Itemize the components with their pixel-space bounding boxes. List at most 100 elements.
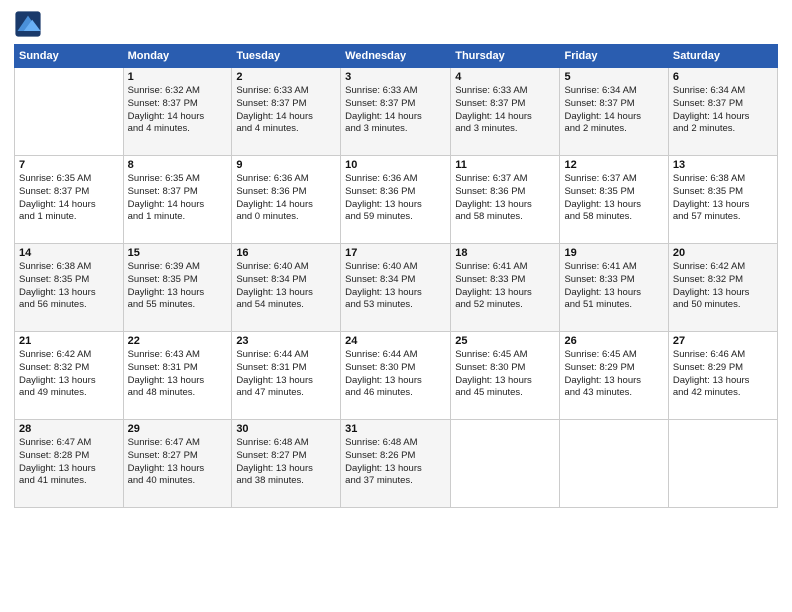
calendar-day-cell: 19 Sunrise: 6:41 AM Sunset: 8:33 PM Dayli… <box>560 244 668 332</box>
day-info: Sunrise: 6:47 AM Sunset: 8:28 PM Dayligh… <box>19 437 119 488</box>
day-number: 28 <box>19 423 119 435</box>
day-info: Sunrise: 6:40 AM Sunset: 8:34 PM Dayligh… <box>345 261 446 312</box>
day-number: 9 <box>236 159 336 171</box>
calendar-day-header: Tuesday <box>232 45 341 68</box>
day-number: 16 <box>236 247 336 259</box>
day-number: 12 <box>564 159 663 171</box>
logo-icon <box>14 10 42 38</box>
calendar-day-cell: 15 Sunrise: 6:39 AM Sunset: 8:35 PM Dayli… <box>123 244 232 332</box>
calendar-day-cell: 11 Sunrise: 6:37 AM Sunset: 8:36 PM Dayli… <box>451 156 560 244</box>
day-number: 24 <box>345 335 446 347</box>
day-number: 4 <box>455 71 555 83</box>
day-info: Sunrise: 6:35 AM Sunset: 8:37 PM Dayligh… <box>19 173 119 224</box>
calendar-day-cell: 16 Sunrise: 6:40 AM Sunset: 8:34 PM Dayli… <box>232 244 341 332</box>
header <box>14 10 778 38</box>
calendar-day-header: Monday <box>123 45 232 68</box>
calendar-day-cell <box>560 420 668 508</box>
logo <box>14 10 46 38</box>
day-number: 22 <box>128 335 228 347</box>
day-info: Sunrise: 6:33 AM Sunset: 8:37 PM Dayligh… <box>236 85 336 136</box>
calendar-week-row: 1 Sunrise: 6:32 AM Sunset: 8:37 PM Daylig… <box>15 68 778 156</box>
calendar-day-header: Sunday <box>15 45 124 68</box>
day-info: Sunrise: 6:32 AM Sunset: 8:37 PM Dayligh… <box>128 85 228 136</box>
calendar-week-row: 14Sunrise: 6:38 AM Sunset: 8:35 PM Dayli… <box>15 244 778 332</box>
day-number: 18 <box>455 247 555 259</box>
day-info: Sunrise: 6:35 AM Sunset: 8:37 PM Dayligh… <box>128 173 228 224</box>
calendar-day-cell <box>15 68 124 156</box>
page: SundayMondayTuesdayWednesdayThursdayFrid… <box>0 0 792 612</box>
day-number: 10 <box>345 159 446 171</box>
calendar-day-cell: 25 Sunrise: 6:45 AM Sunset: 8:30 PM Dayli… <box>451 332 560 420</box>
calendar-day-cell: 31Sunrise: 6:48 AM Sunset: 8:26 PM Dayli… <box>341 420 451 508</box>
day-info: Sunrise: 6:43 AM Sunset: 8:31 PM Dayligh… <box>128 349 228 400</box>
calendar-day-cell: 30Sunrise: 6:48 AM Sunset: 8:27 PM Dayli… <box>232 420 341 508</box>
calendar-day-cell: 13 Sunrise: 6:38 AM Sunset: 8:35 PM Dayli… <box>668 156 777 244</box>
day-number: 19 <box>564 247 663 259</box>
day-info: Sunrise: 6:40 AM Sunset: 8:34 PM Dayligh… <box>236 261 336 312</box>
day-info: Sunrise: 6:41 AM Sunset: 8:33 PM Dayligh… <box>564 261 663 312</box>
calendar-day-cell: 10 Sunrise: 6:36 AM Sunset: 8:36 PM Dayli… <box>341 156 451 244</box>
day-number: 27 <box>673 335 773 347</box>
day-info: Sunrise: 6:33 AM Sunset: 8:37 PM Dayligh… <box>345 85 446 136</box>
day-info: Sunrise: 6:44 AM Sunset: 8:31 PM Dayligh… <box>236 349 336 400</box>
day-number: 8 <box>128 159 228 171</box>
calendar-day-header: Saturday <box>668 45 777 68</box>
calendar-day-cell <box>668 420 777 508</box>
day-info: Sunrise: 6:36 AM Sunset: 8:36 PM Dayligh… <box>345 173 446 224</box>
calendar-day-header: Wednesday <box>341 45 451 68</box>
calendar-day-cell: 12 Sunrise: 6:37 AM Sunset: 8:35 PM Dayli… <box>560 156 668 244</box>
calendar-day-cell: 8 Sunrise: 6:35 AM Sunset: 8:37 PM Daylig… <box>123 156 232 244</box>
calendar-day-cell: 23 Sunrise: 6:44 AM Sunset: 8:31 PM Dayli… <box>232 332 341 420</box>
calendar-day-cell: 29Sunrise: 6:47 AM Sunset: 8:27 PM Dayli… <box>123 420 232 508</box>
day-info: Sunrise: 6:41 AM Sunset: 8:33 PM Dayligh… <box>455 261 555 312</box>
calendar-day-cell: 24 Sunrise: 6:44 AM Sunset: 8:30 PM Dayli… <box>341 332 451 420</box>
day-number: 5 <box>564 71 663 83</box>
day-number: 29 <box>128 423 228 435</box>
day-info: Sunrise: 6:37 AM Sunset: 8:36 PM Dayligh… <box>455 173 555 224</box>
calendar-day-cell: 1 Sunrise: 6:32 AM Sunset: 8:37 PM Daylig… <box>123 68 232 156</box>
day-info: Sunrise: 6:37 AM Sunset: 8:35 PM Dayligh… <box>564 173 663 224</box>
day-info: Sunrise: 6:33 AM Sunset: 8:37 PM Dayligh… <box>455 85 555 136</box>
day-info: Sunrise: 6:39 AM Sunset: 8:35 PM Dayligh… <box>128 261 228 312</box>
calendar-day-header: Thursday <box>451 45 560 68</box>
day-number: 3 <box>345 71 446 83</box>
day-number: 31 <box>345 423 446 435</box>
day-info: Sunrise: 6:45 AM Sunset: 8:29 PM Dayligh… <box>564 349 663 400</box>
calendar-day-cell: 6Sunrise: 6:34 AM Sunset: 8:37 PM Daylig… <box>668 68 777 156</box>
day-number: 17 <box>345 247 446 259</box>
day-number: 30 <box>236 423 336 435</box>
day-number: 11 <box>455 159 555 171</box>
day-number: 21 <box>19 335 119 347</box>
day-number: 13 <box>673 159 773 171</box>
calendar-day-header: Friday <box>560 45 668 68</box>
calendar-day-cell: 3 Sunrise: 6:33 AM Sunset: 8:37 PM Daylig… <box>341 68 451 156</box>
day-number: 23 <box>236 335 336 347</box>
calendar-day-cell: 20 Sunrise: 6:42 AM Sunset: 8:32 PM Dayli… <box>668 244 777 332</box>
day-info: Sunrise: 6:45 AM Sunset: 8:30 PM Dayligh… <box>455 349 555 400</box>
day-number: 25 <box>455 335 555 347</box>
calendar-day-cell: 21 Sunrise: 6:42 AM Sunset: 8:32 PM Dayli… <box>15 332 124 420</box>
day-number: 14 <box>19 247 119 259</box>
calendar-day-cell: 5 Sunrise: 6:34 AM Sunset: 8:37 PM Daylig… <box>560 68 668 156</box>
calendar-table: SundayMondayTuesdayWednesdayThursdayFrid… <box>14 44 778 508</box>
calendar-day-cell: 7Sunrise: 6:35 AM Sunset: 8:37 PM Daylig… <box>15 156 124 244</box>
calendar-day-cell: 22 Sunrise: 6:43 AM Sunset: 8:31 PM Dayli… <box>123 332 232 420</box>
day-info: Sunrise: 6:34 AM Sunset: 8:37 PM Dayligh… <box>564 85 663 136</box>
day-info: Sunrise: 6:42 AM Sunset: 8:32 PM Dayligh… <box>19 349 119 400</box>
calendar-day-cell: 17 Sunrise: 6:40 AM Sunset: 8:34 PM Dayli… <box>341 244 451 332</box>
calendar-day-cell: 27Sunrise: 6:46 AM Sunset: 8:29 PM Dayli… <box>668 332 777 420</box>
day-number: 1 <box>128 71 228 83</box>
calendar-week-row: 28 Sunrise: 6:47 AM Sunset: 8:28 PM Dayli… <box>15 420 778 508</box>
calendar-header-row: SundayMondayTuesdayWednesdayThursdayFrid… <box>15 45 778 68</box>
calendar-day-cell: 28 Sunrise: 6:47 AM Sunset: 8:28 PM Dayli… <box>15 420 124 508</box>
calendar-week-row: 21 Sunrise: 6:42 AM Sunset: 8:32 PM Dayli… <box>15 332 778 420</box>
day-info: Sunrise: 6:44 AM Sunset: 8:30 PM Dayligh… <box>345 349 446 400</box>
day-info: Sunrise: 6:38 AM Sunset: 8:35 PM Dayligh… <box>673 173 773 224</box>
calendar-day-cell <box>451 420 560 508</box>
calendar-day-cell: 9 Sunrise: 6:36 AM Sunset: 8:36 PM Daylig… <box>232 156 341 244</box>
day-number: 20 <box>673 247 773 259</box>
day-info: Sunrise: 6:36 AM Sunset: 8:36 PM Dayligh… <box>236 173 336 224</box>
calendar-day-cell: 18 Sunrise: 6:41 AM Sunset: 8:33 PM Dayli… <box>451 244 560 332</box>
day-info: Sunrise: 6:42 AM Sunset: 8:32 PM Dayligh… <box>673 261 773 312</box>
day-number: 15 <box>128 247 228 259</box>
